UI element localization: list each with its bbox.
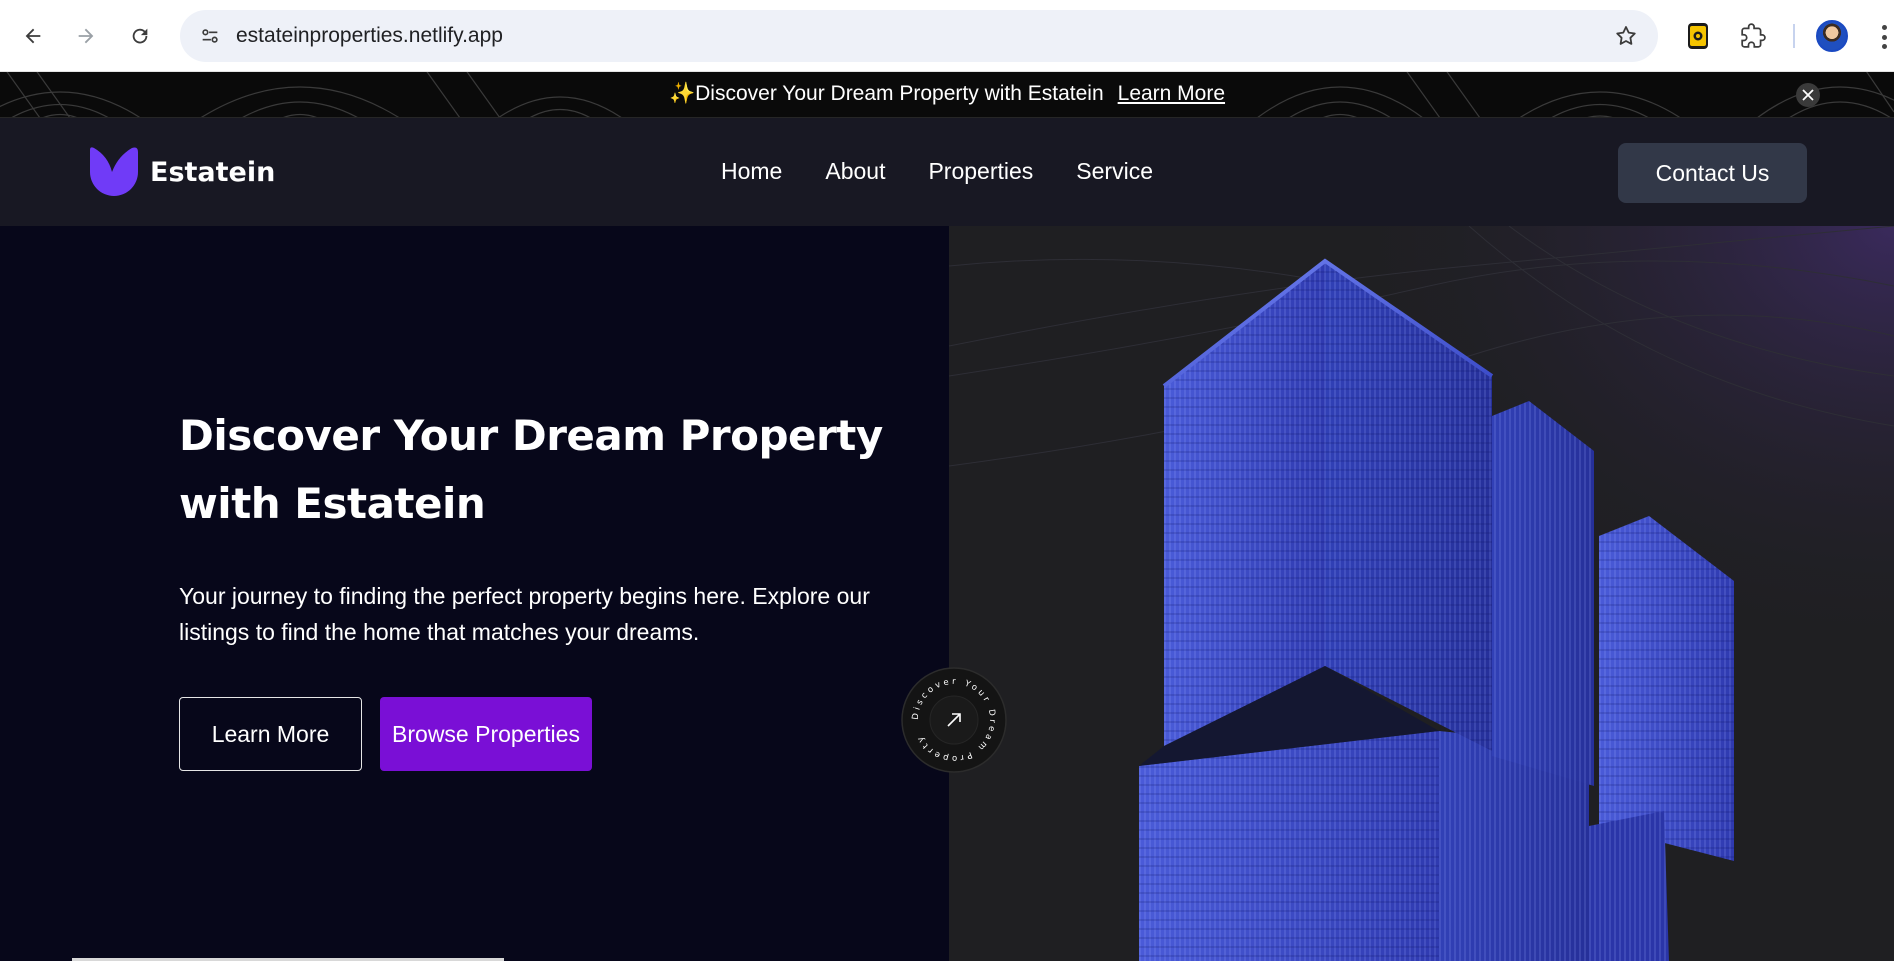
banner-message: ✨Discover Your Dream Property with Estat… xyxy=(0,82,1894,106)
contact-us-button[interactable]: Contact Us xyxy=(1618,143,1807,203)
close-icon[interactable] xyxy=(1796,83,1820,107)
bookmark-star-icon[interactable] xyxy=(1610,20,1642,52)
discover-badge[interactable]: Discover Your Dream Property xyxy=(900,666,1008,774)
browse-properties-button[interactable]: Browse Properties xyxy=(380,697,592,771)
more-menu-icon[interactable] xyxy=(1874,22,1894,52)
nav-about[interactable]: About xyxy=(825,158,885,185)
back-arrow-icon[interactable] xyxy=(15,18,51,54)
logo[interactable]: Estatein xyxy=(88,146,275,198)
sparkle-icon: ✨ xyxy=(668,82,696,105)
toolbar-divider xyxy=(1793,24,1795,48)
main-nav: Home About Properties Service xyxy=(721,158,1196,185)
address-bar[interactable]: estateinproperties.netlify.app xyxy=(180,10,1658,62)
site-header: Estatein Home About Properties Service C… xyxy=(0,118,1894,226)
learn-more-button[interactable]: Learn More xyxy=(179,697,362,771)
nav-home[interactable]: Home xyxy=(721,158,782,185)
announcement-banner: ✨Discover Your Dream Property with Estat… xyxy=(0,72,1894,118)
hero-image xyxy=(949,226,1894,961)
banner-learn-more-link[interactable]: Learn More xyxy=(1118,82,1225,105)
extension-icon[interactable] xyxy=(1680,18,1716,54)
nav-service[interactable]: Service xyxy=(1076,158,1153,185)
hero-section: Discover Your Dream Property with Estate… xyxy=(0,226,949,961)
building-image xyxy=(949,226,1894,961)
forward-arrow-icon[interactable] xyxy=(68,18,104,54)
hero-title: Discover Your Dream Property with Estate… xyxy=(179,411,883,528)
puzzle-extensions-icon[interactable] xyxy=(1735,18,1771,54)
browser-toolbar: estateinproperties.netlify.app xyxy=(0,0,1894,72)
hero-subtitle: Your journey to finding the perfect prop… xyxy=(179,583,870,645)
reload-icon[interactable] xyxy=(122,18,158,54)
banner-text: Discover Your Dream Property with Estate… xyxy=(695,82,1104,105)
brand-name: Estatein xyxy=(150,156,276,188)
site-settings-icon[interactable] xyxy=(192,18,228,54)
nav-properties[interactable]: Properties xyxy=(928,158,1033,185)
url-text[interactable]: estateinproperties.netlify.app xyxy=(236,24,503,48)
profile-avatar[interactable] xyxy=(1816,20,1848,52)
logo-icon xyxy=(90,147,138,196)
